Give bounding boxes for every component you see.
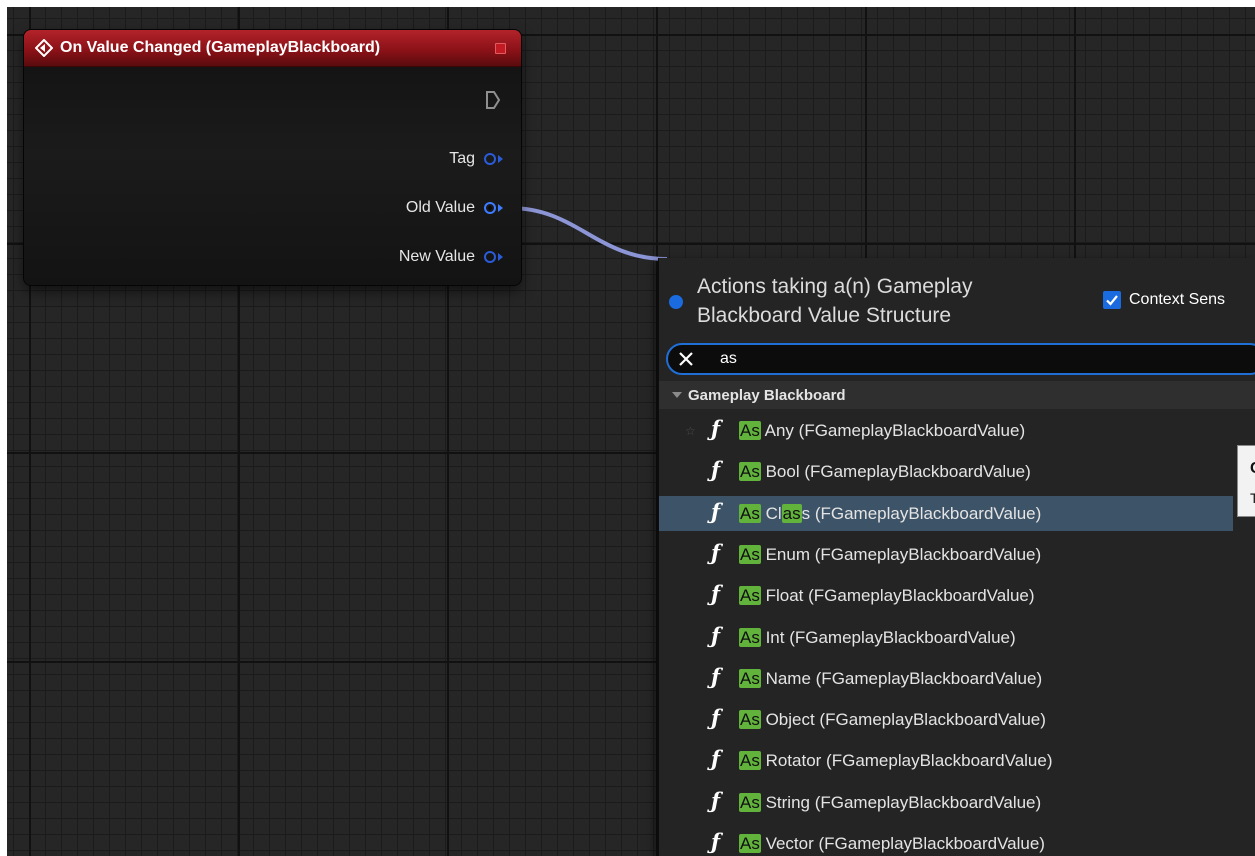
function-icon: ƒ — [711, 581, 721, 607]
action-item[interactable]: ƒ As Float (FGameplayBlackboardValue) — [659, 578, 1233, 613]
event-node-header[interactable]: On Value Changed (GameplayBlackboard) — [24, 30, 521, 67]
search-match-prefix: As — [739, 834, 761, 853]
context-sensitive-checkbox[interactable] — [1103, 291, 1121, 309]
label-after-match: Vector (FGameplayBlackboardValue) — [765, 834, 1045, 853]
label-after-match: s (FGameplayBlackboardValue) — [801, 503, 1042, 523]
function-icon: ƒ — [711, 829, 721, 854]
function-icon: ƒ — [711, 663, 721, 689]
label-after-match: Name (FGameplayBlackboardValue) — [765, 668, 1043, 688]
event-node-title: On Value Changed (GameplayBlackboard) — [60, 39, 381, 56]
old-value-pin-arrow-icon — [498, 204, 503, 212]
function-icon: ƒ — [711, 498, 721, 524]
tooltip: C T — [1237, 445, 1255, 517]
search-value: as — [720, 350, 737, 367]
action-item[interactable]: ☆ ƒ As Any (FGameplayBlackboardValue) — [659, 413, 1233, 448]
action-item[interactable]: ƒ As String (FGameplayBlackboardValue) — [659, 785, 1233, 820]
label-after-match: Rotator (FGameplayBlackboardValue) — [765, 751, 1053, 771]
search-match-prefix: As — [739, 421, 761, 440]
tooltip-line-2: T — [1250, 490, 1255, 506]
struct-type-dot-icon — [669, 295, 683, 309]
tag-pin-arrow-icon — [498, 155, 503, 163]
search-match-prefix: As — [739, 586, 761, 606]
action-item[interactable]: ƒ As Rotator (FGameplayBlackboardValue) — [659, 743, 1233, 778]
function-icon: ƒ — [711, 787, 721, 813]
search-match-prefix: As — [739, 462, 761, 482]
event-diamond-icon — [35, 39, 53, 57]
expand-arrow-icon — [672, 392, 682, 398]
search-match-prefix: As — [739, 668, 761, 688]
label-before-match: Cl — [765, 503, 782, 523]
search-match-prefix: As — [739, 792, 761, 812]
action-menu-header: Actions taking a(n) Gameplay Blackboard … — [659, 258, 1255, 338]
action-item-label: As Any (FGameplayBlackboardValue) — [739, 421, 1025, 441]
action-item-label: As Vector (FGameplayBlackboardValue) — [739, 834, 1045, 854]
function-icon: ƒ — [711, 746, 721, 772]
action-item-label: As Name (FGameplayBlackboardValue) — [739, 668, 1043, 689]
function-icon: ƒ — [711, 539, 721, 565]
context-sensitive-label[interactable]: Context Sens — [1129, 291, 1225, 309]
event-node[interactable]: On Value Changed (GameplayBlackboard) Ta… — [24, 30, 521, 285]
action-item-label: As String (FGameplayBlackboardValue) — [739, 792, 1042, 813]
new-value-pin-arrow-icon — [498, 253, 503, 261]
action-menu: Actions taking a(n) Gameplay Blackboard … — [658, 258, 1255, 856]
action-item-label: As Int (FGameplayBlackboardValue) — [739, 627, 1016, 648]
action-item[interactable]: ƒ As Vector (FGameplayBlackboardValue) — [659, 826, 1233, 856]
search-match-inner: as — [781, 503, 802, 523]
favorite-star-icon[interactable]: ☆ — [685, 424, 696, 438]
action-item[interactable]: ƒ As Class (FGameplayBlackboardValue) — [659, 495, 1233, 531]
exec-output-pin-icon[interactable] — [485, 90, 501, 110]
action-item-label: As Float (FGameplayBlackboardValue) — [739, 586, 1035, 606]
search-match-prefix: As — [739, 627, 761, 647]
action-item[interactable]: ƒ As Enum (FGameplayBlackboardValue) — [659, 537, 1233, 572]
label-after-match: Int (FGameplayBlackboardValue) — [765, 627, 1016, 647]
action-menu-title: Actions taking a(n) Gameplay Blackboard … — [697, 275, 973, 327]
function-icon: ƒ — [711, 416, 721, 441]
pin-row-new-value: New Value — [399, 245, 503, 269]
action-item-label: As Object (FGameplayBlackboardValue) — [739, 710, 1046, 730]
checkmark-icon — [1106, 295, 1118, 306]
category-gameplay-blackboard[interactable]: Gameplay Blackboard — [659, 381, 1255, 409]
search-match-prefix: As — [739, 710, 761, 730]
pin-row-old-value: Old Value — [406, 196, 503, 220]
new-value-pin[interactable] — [484, 251, 496, 263]
action-item[interactable]: ƒ As Name (FGameplayBlackboardValue) — [659, 661, 1233, 696]
old-value-pin[interactable] — [484, 202, 496, 214]
pin-label-tag: Tag — [449, 150, 475, 167]
search-match-prefix: As — [739, 751, 761, 771]
category-label: Gameplay Blackboard — [688, 386, 846, 404]
action-item-label: As Rotator (FGameplayBlackboardValue) — [739, 751, 1053, 771]
label-after-match: Bool (FGameplayBlackboardValue) — [765, 462, 1031, 482]
function-icon: ƒ — [711, 622, 721, 648]
delegate-pin[interactable] — [495, 42, 506, 54]
search-match-prefix: As — [739, 503, 761, 523]
label-after-match: Any (FGameplayBlackboardValue) — [764, 421, 1026, 440]
clear-search-icon[interactable] — [678, 351, 694, 367]
action-item-label: As Class (FGameplayBlackboardValue) — [739, 503, 1042, 524]
action-item[interactable]: ƒ As Object (FGameplayBlackboardValue) — [659, 702, 1233, 737]
pin-label-old-value: Old Value — [405, 199, 475, 216]
label-after-match: Enum (FGameplayBlackboardValue) — [765, 544, 1042, 564]
label-after-match: Float (FGameplayBlackboardValue) — [765, 586, 1035, 606]
search-input[interactable]: as — [666, 343, 1255, 375]
function-icon: ƒ — [711, 457, 721, 483]
label-after-match: Object (FGameplayBlackboardValue) — [765, 710, 1046, 730]
action-item[interactable]: ƒ As Int (FGameplayBlackboardValue) — [659, 620, 1233, 655]
tooltip-line-1: C — [1250, 460, 1255, 478]
search-match-prefix: As — [739, 544, 761, 564]
tag-pin[interactable] — [484, 153, 496, 165]
action-item[interactable]: ƒ As Bool (FGameplayBlackboardValue) — [659, 454, 1233, 489]
action-item-label: As Enum (FGameplayBlackboardValue) — [739, 544, 1042, 565]
pin-label-new-value: New Value — [398, 248, 475, 265]
pin-row-tag: Tag — [449, 147, 503, 171]
action-item-label: As Bool (FGameplayBlackboardValue) — [739, 462, 1031, 482]
label-after-match: String (FGameplayBlackboardValue) — [765, 792, 1042, 812]
function-icon: ƒ — [711, 705, 721, 731]
